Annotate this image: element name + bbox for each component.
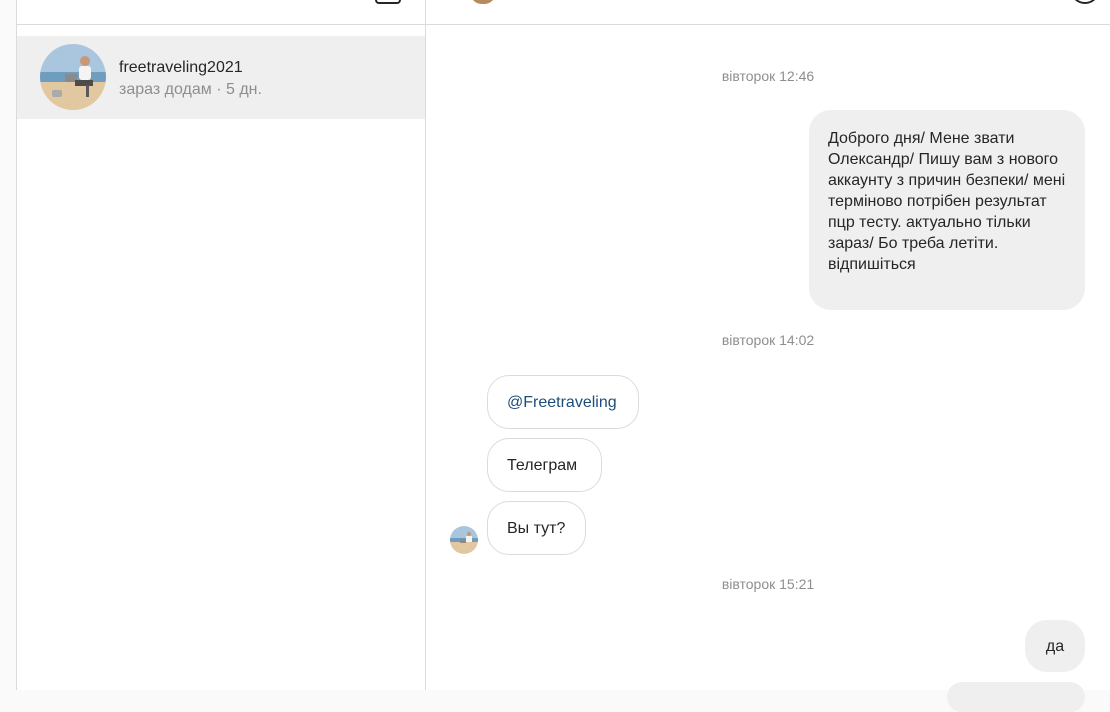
outgoing-message-bubble-partial <box>947 682 1085 712</box>
thread-list-header <box>17 0 425 25</box>
incoming-message-bubble: Телеграм <box>487 438 602 492</box>
message-timestamp: вівторок 15:21 <box>721 576 815 592</box>
avatar <box>40 44 106 110</box>
thread-status: зараз додам · 5 дн. <box>119 81 262 98</box>
info-icon[interactable] <box>1072 0 1098 4</box>
message-text: Телеграм <box>507 456 578 474</box>
conversation-pane: вівторок 12:46 Доброго дня/ Мене звати О… <box>426 0 1110 712</box>
message-timestamp: вівторок 12:46 <box>721 68 815 84</box>
sender-avatar[interactable] <box>450 526 478 554</box>
message-timestamp: вівторок 14:02 <box>721 332 815 348</box>
dm-window: freetraveling2021 зараз додам · 5 дн. ві… <box>16 0 1110 712</box>
incoming-message-bubble[interactable]: @Freetraveling <box>487 375 639 429</box>
compose-icon[interactable] <box>375 0 401 4</box>
message-text: Вы тут? <box>507 519 566 537</box>
header-avatar[interactable] <box>470 0 496 4</box>
outgoing-message-bubble: Доброго дня/ Мене звати Олександр/ Пишу … <box>809 110 1085 310</box>
thread-list-item[interactable]: freetraveling2021 зараз додам · 5 дн. <box>17 36 425 119</box>
outgoing-message-bubble: да <box>1025 620 1085 672</box>
message-text: да <box>1045 637 1065 655</box>
mention-link[interactable]: @Freetraveling <box>507 392 617 413</box>
incoming-message-bubble: Вы тут? <box>487 501 586 555</box>
thread-username: freetraveling2021 <box>119 59 243 76</box>
thread-list-pane: freetraveling2021 зараз додам · 5 дн. <box>17 0 426 690</box>
conversation-header <box>426 0 1110 25</box>
